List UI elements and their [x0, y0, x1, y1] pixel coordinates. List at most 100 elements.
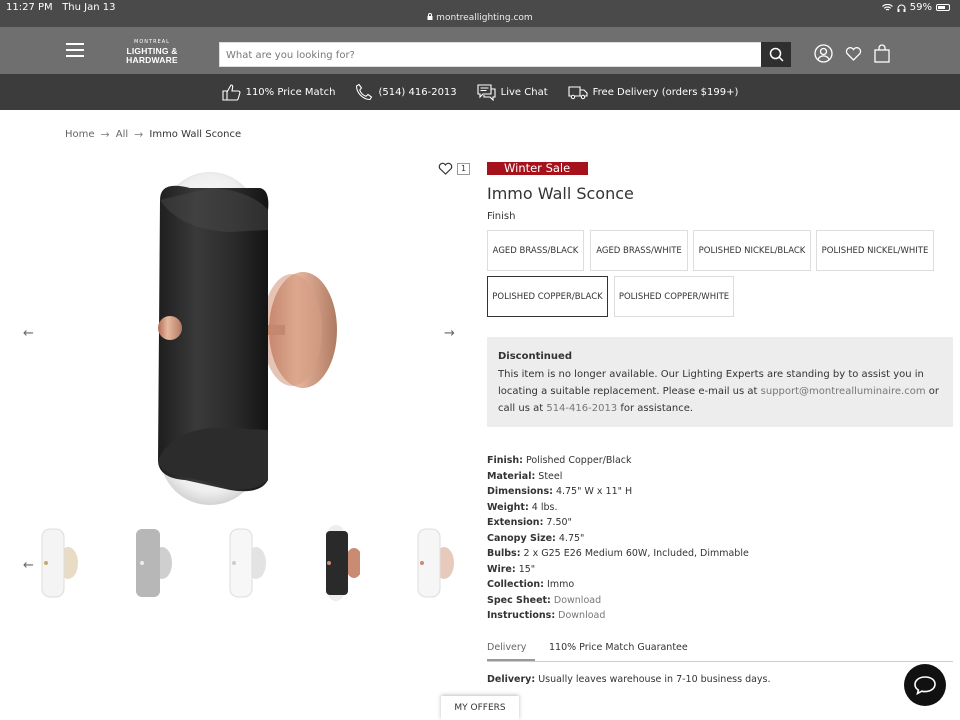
phone-label: (514) 416-2013 [378, 86, 457, 98]
spec-value: Polished Copper/Black [526, 455, 632, 466]
thumbs-prev-arrow-icon[interactable]: ← [23, 558, 34, 573]
discontinued-notice: Discontinued This item is no longer avai… [487, 337, 953, 427]
heart-icon [438, 162, 453, 175]
option-label: POLISHED NICKEL/WHITE [821, 245, 929, 256]
product-title: Immo Wall Sconce [487, 184, 634, 203]
instructions-download-link[interactable]: Download [558, 610, 605, 621]
option-label: AGED BRASS/BLACK [492, 245, 579, 256]
breadcrumb-home[interactable]: Home [65, 129, 95, 140]
notice-text: for assistance. [620, 403, 694, 414]
search-input[interactable] [220, 44, 760, 67]
free-delivery-link[interactable]: Free Delivery (orders $199+) [568, 85, 738, 100]
thumbnail-white[interactable] [226, 523, 266, 603]
price-match-link[interactable]: 110% Price Match [222, 83, 336, 101]
finish-option-aged-brass-white[interactable]: AGED BRASS/WHITE [590, 230, 688, 271]
spec-key: Material: [487, 470, 536, 482]
site-logo[interactable]: MONTREAL LIGHTING & HARDWARE [114, 40, 190, 64]
status-time: 11:27 PM Thu Jan 13 [6, 2, 115, 13]
thumbnail-copper-black[interactable] [320, 523, 360, 603]
date-text: Thu Jan 13 [62, 2, 116, 13]
spec-row: Spec Sheet: Download [487, 593, 749, 609]
spec-value: 7.50" [546, 517, 572, 528]
promo-bar: 110% Price Match (514) 416-2013 Live Cha… [0, 74, 960, 110]
spec-key: Bulbs: [487, 548, 521, 559]
tab-delivery[interactable]: Delivery [487, 642, 535, 661]
thumbnail-strip [38, 523, 454, 603]
chat-widget-button[interactable] [904, 664, 946, 706]
spec-row: Wire: 15" [487, 562, 749, 578]
live-chat-link[interactable]: Live Chat [477, 83, 548, 101]
gallery-next-arrow-icon[interactable]: → [444, 326, 455, 341]
account-icon[interactable] [814, 44, 833, 63]
status-bar: 11:27 PM Thu Jan 13 montreallighting.com… [0, 0, 960, 27]
support-phone-link[interactable]: 514-416-2013 [546, 403, 617, 414]
live-chat-label: Live Chat [500, 86, 548, 98]
address-bar[interactable]: montreallighting.com [0, 13, 960, 23]
time-text: 11:27 PM [6, 2, 53, 13]
url-text: montreallighting.com [436, 13, 533, 23]
spec-value: 4 lbs. [531, 501, 558, 513]
spec-value: 4.75" [558, 532, 585, 544]
search-bar [219, 42, 791, 67]
spec-row: Material: Steel [487, 469, 749, 485]
wishlist-heart-icon[interactable] [845, 46, 862, 61]
spec-value: Steel [538, 470, 563, 482]
thumbnail-aged-brass-white[interactable] [38, 523, 78, 603]
spec-key: Dimensions: [487, 486, 553, 497]
header-icons [814, 44, 890, 63]
headphones-icon [897, 4, 906, 12]
spec-value: 4.75" W x 11" H [555, 486, 633, 497]
spec-sheet-download-link[interactable]: Download [554, 595, 601, 606]
delivery-label: Delivery: [487, 674, 536, 685]
spec-row: Instructions: Download [487, 608, 749, 624]
thumbnail-nickel-white[interactable] [132, 523, 172, 603]
wishlist-count: 1 [457, 162, 471, 175]
spec-key: Weight: [487, 501, 529, 513]
spec-row: Bulbs: 2 x G25 E26 Medium 60W, Included,… [487, 546, 749, 562]
phone-icon [356, 83, 373, 101]
gallery-prev-arrow-icon[interactable]: ← [23, 326, 34, 341]
spec-row: Finish: Polished Copper/Black [487, 453, 749, 469]
breadcrumb: Home → All → Immo Wall Sconce [65, 128, 241, 141]
finish-option-polished-copper-white[interactable]: POLISHED COPPER/WHITE [614, 276, 734, 317]
search-icon [769, 47, 784, 62]
notice-title: Discontinued [498, 351, 572, 362]
breadcrumb-all[interactable]: All [116, 129, 128, 140]
spec-value: Immo [547, 579, 575, 590]
option-label: AGED BRASS/WHITE [596, 245, 682, 256]
spec-key: Canopy Size: [487, 532, 556, 544]
spec-value: 2 x G25 E26 Medium 60W, Included, Dimmab… [523, 548, 749, 559]
phone-link[interactable]: (514) 416-2013 [355, 83, 457, 101]
finish-option-polished-copper-black[interactable]: POLISHED COPPER/BLACK [487, 276, 608, 317]
truck-icon [568, 85, 588, 99]
shopping-bag-icon[interactable] [874, 44, 890, 63]
spec-row: Collection: Immo [487, 577, 749, 593]
spec-key: Wire: [487, 563, 516, 575]
spec-key: Spec Sheet: [487, 594, 551, 606]
menu-icon[interactable] [66, 43, 84, 57]
spec-row: Extension: 7.50" [487, 515, 749, 531]
search-button[interactable] [761, 42, 791, 67]
thumbnail-copper-white[interactable] [414, 523, 454, 603]
lock-icon [427, 13, 433, 20]
sale-badge: Winter Sale [487, 162, 589, 175]
option-label: POLISHED COPPER/WHITE [618, 291, 730, 302]
support-email-link[interactable]: support@montrealluminaire.com [761, 386, 926, 397]
product-main-image [158, 172, 337, 505]
arrow-right-icon: → [100, 128, 110, 141]
option-label: POLISHED NICKEL/BLACK [698, 245, 806, 256]
logo-main-text: LIGHTING & HARDWARE [126, 46, 178, 65]
my-offers-button[interactable]: MY OFFERS [441, 696, 519, 720]
chat-bubble-icon [914, 676, 936, 695]
option-label: POLISHED COPPER/BLACK [492, 291, 603, 302]
spec-key: Extension: [487, 517, 544, 528]
add-to-wishlist[interactable]: 1 [438, 162, 471, 175]
spec-key: Collection: [487, 579, 544, 590]
info-tabs: Delivery 110% Price Match Guarantee [487, 642, 953, 662]
finish-option-aged-brass-black[interactable]: AGED BRASS/BLACK [487, 230, 584, 271]
chat-icon [477, 83, 496, 101]
finish-option-polished-nickel-black[interactable]: POLISHED NICKEL/BLACK [693, 230, 811, 271]
finish-option-polished-nickel-white[interactable]: POLISHED NICKEL/WHITE [816, 230, 934, 271]
tab-price-match[interactable]: 110% Price Match Guarantee [549, 642, 688, 661]
price-match-label: 110% Price Match [245, 86, 336, 98]
